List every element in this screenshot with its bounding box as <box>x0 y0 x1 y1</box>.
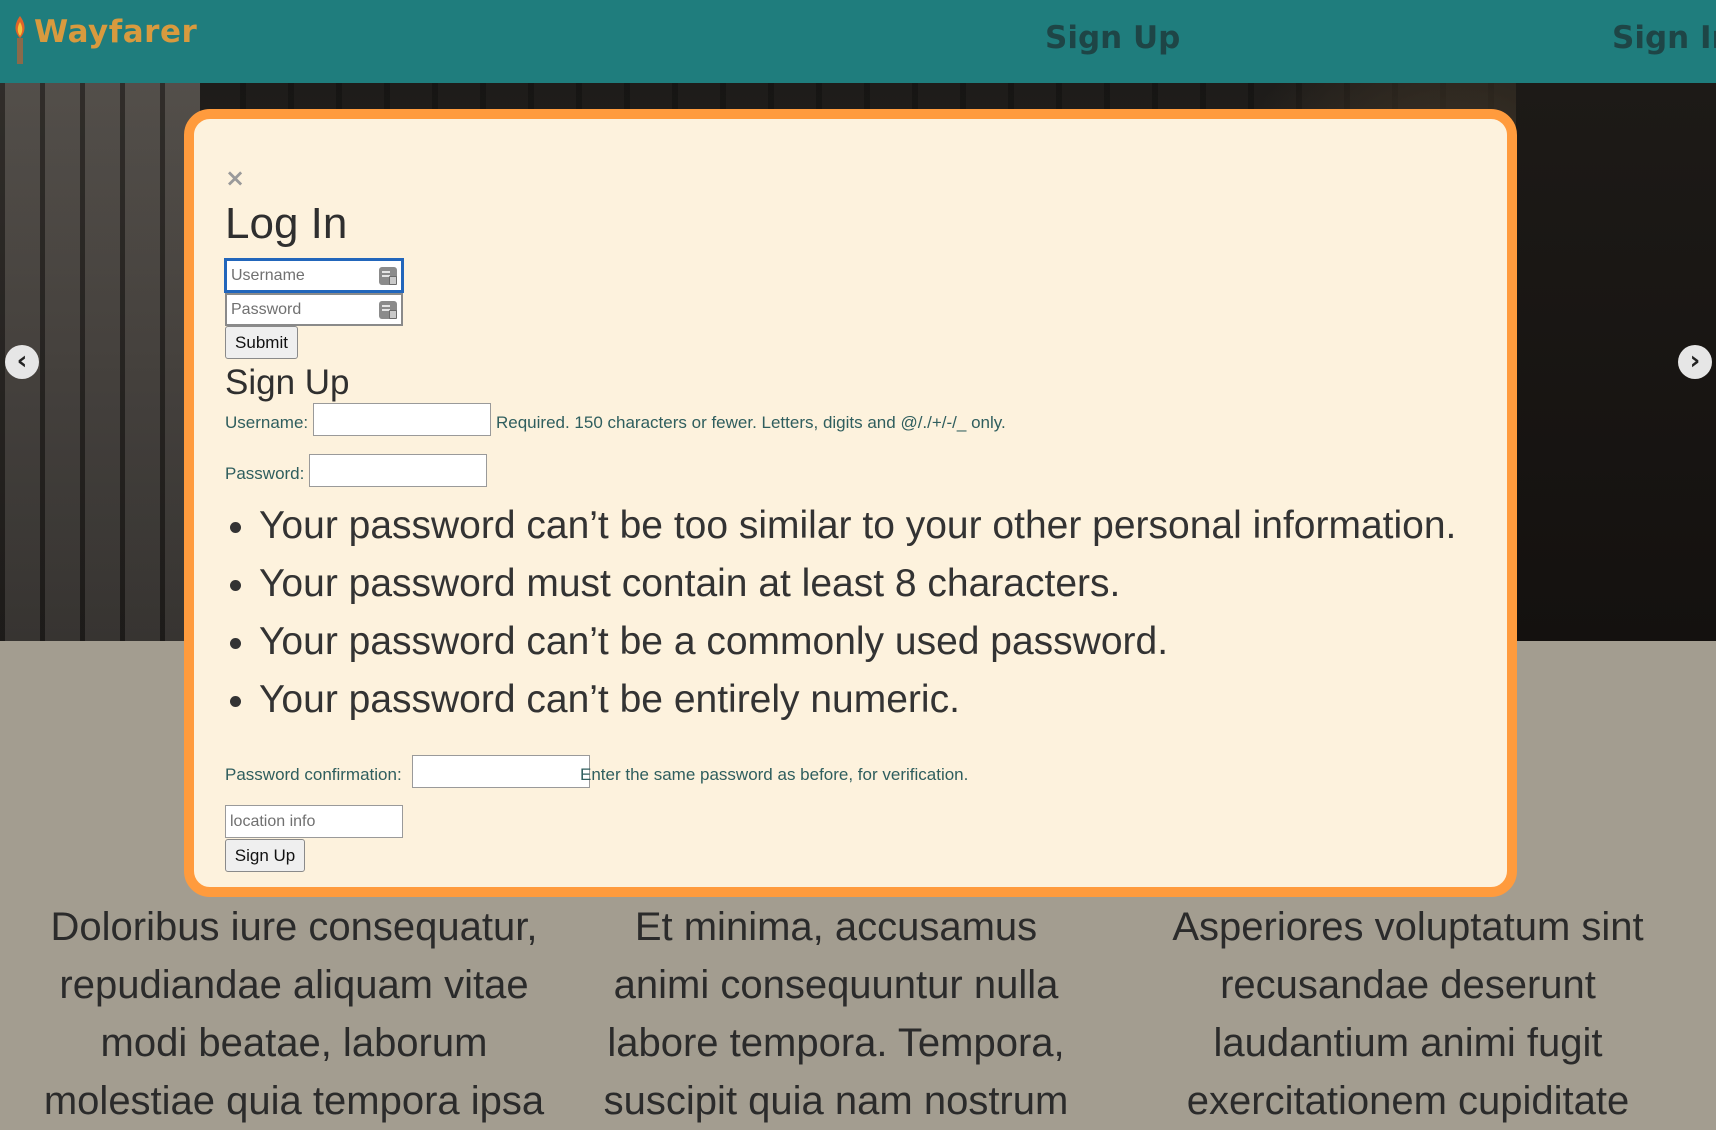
signup-username-help: Required. 150 characters or fewer. Lette… <box>496 413 1006 432</box>
column-line: Doloribus iure consequatur, <box>50 905 538 949</box>
chevron-right-icon[interactable]: › <box>1678 345 1712 379</box>
column-line: modi beatae, laborum <box>100 1021 488 1065</box>
signup-title: Sign Up <box>225 363 350 402</box>
nav-signin-link[interactable]: Sign In <box>1612 20 1716 56</box>
signup-password-confirm-input[interactable] <box>412 755 590 788</box>
signup-username-input[interactable] <box>313 403 491 436</box>
signup-submit-button[interactable]: Sign Up <box>225 839 305 872</box>
close-icon[interactable]: × <box>225 164 245 192</box>
signup-password-confirm-help: Enter the same password as before, for v… <box>580 765 969 784</box>
nav-signup-link[interactable]: Sign Up <box>1045 20 1180 56</box>
login-username-input[interactable] <box>224 258 404 293</box>
torch-logo-icon <box>15 16 25 64</box>
brand-name: Wayfarer <box>34 14 198 50</box>
password-rules-list: Your password can’t be too similar to yo… <box>225 497 1456 729</box>
password-rule-item: Your password can’t be entirely numeric. <box>259 671 1456 729</box>
password-rule-item: Your password can’t be a commonly used p… <box>259 613 1456 671</box>
column-line: labore tempora. Tempora, <box>607 1021 1065 1065</box>
login-title: Log In <box>225 199 348 248</box>
column-line: Et minima, accusamus <box>634 905 1038 949</box>
login-submit-button[interactable]: Submit <box>225 326 298 359</box>
signup-password-input[interactable] <box>309 454 487 487</box>
chevron-left-icon[interactable]: ‹ <box>5 345 39 379</box>
column-line: repudiandae aliquam vitae <box>59 963 529 1007</box>
column-line: molestiae quia tempora ipsa <box>43 1079 545 1123</box>
column-line: suscipit quia nam nostrum <box>603 1079 1069 1123</box>
login-password-input[interactable] <box>225 293 403 326</box>
navbar: Wayfarer Sign Up Sign In <box>0 0 1716 83</box>
column-line: laudantium animi fugit <box>1213 1021 1603 1065</box>
signup-password-label: Password: <box>225 464 305 483</box>
column-line: animi consequuntur nulla <box>613 963 1059 1007</box>
signup-location-input[interactable] <box>225 805 403 838</box>
password-manager-icon[interactable] <box>379 267 397 285</box>
column-line: Asperiores voluptatum sint <box>1172 905 1644 949</box>
signup-password-confirm-label: Password confirmation: <box>225 765 402 784</box>
auth-modal: × Log In Submit Sign Up Username: Requir… <box>184 109 1517 897</box>
password-rule-item: Your password can’t be too similar to yo… <box>259 497 1456 555</box>
password-manager-icon[interactable] <box>379 301 397 319</box>
password-rule-item: Your password must contain at least 8 ch… <box>259 555 1456 613</box>
signup-username-label: Username: <box>225 413 309 432</box>
brand[interactable]: Wayfarer <box>10 14 197 66</box>
column-line: recusandae deserunt <box>1220 963 1596 1007</box>
column-line: exercitationem cupiditate <box>1186 1079 1630 1123</box>
